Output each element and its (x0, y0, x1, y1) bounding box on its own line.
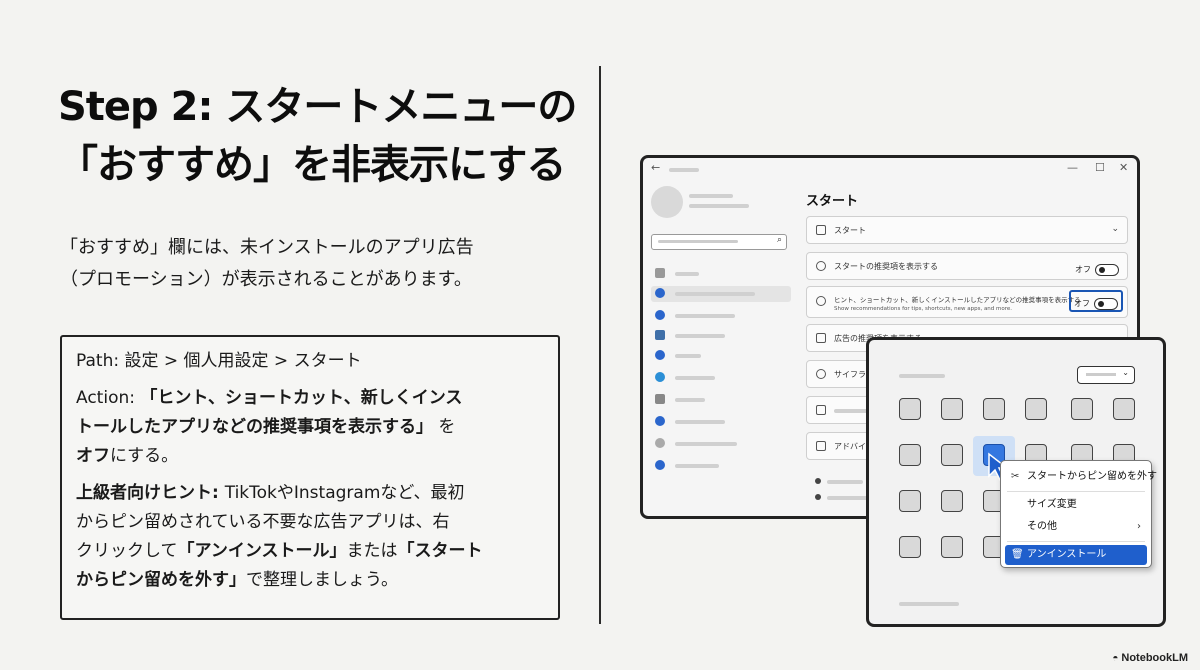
footer-placeholder (899, 602, 959, 606)
vertical-divider (599, 66, 601, 624)
gaming-icon (655, 394, 665, 404)
intro-line-1: 「おすすめ」欄には、未インストールのアプリ広告 (60, 237, 474, 258)
accessibility-icon (655, 416, 665, 426)
sidebar-item-personalization[interactable] (651, 286, 791, 302)
context-menu: ✂ スタートからピン留めを外す サイズ変更 その他 › 🗑 アンインストール (1000, 460, 1157, 568)
app-tile[interactable] (941, 536, 963, 558)
sidebar-item-accounts[interactable] (651, 348, 791, 364)
action-text: Action: 「ヒント、ショートカット、新しくインス トールしたアプリなどの推… (76, 388, 463, 466)
app-tile[interactable] (899, 444, 921, 466)
menu-item-uninstall[interactable]: 🗑 アンインストール (1005, 545, 1147, 565)
title-line-1: Step 2: スタートメニューの (58, 84, 577, 130)
shield-icon (655, 438, 665, 448)
sidebar-item-network[interactable] (651, 308, 791, 324)
app-tile[interactable] (899, 490, 921, 512)
close-icon[interactable]: ✕ (1119, 161, 1128, 174)
brand-watermark: ◓ NotebookLM (1112, 652, 1188, 664)
recommended-toggle[interactable]: オフ (1075, 259, 1119, 276)
personalization-icon (655, 288, 665, 298)
menu-divider (1007, 541, 1145, 542)
advanced-tip: 上級者向けヒント: TikTokやInstagramなど、最初 からピン留めされ… (76, 483, 483, 590)
avatar (651, 186, 683, 218)
slide: Step 2: スタートメニューの 「おすすめ」を非表示にする 「おすすめ」欄に… (0, 0, 1200, 670)
app-tile[interactable] (1071, 398, 1093, 420)
apps-icon (655, 330, 665, 340)
path-text: Path: 設定 > 個人用設定 > スタート (76, 351, 362, 371)
sidebar-item-home[interactable] (651, 266, 791, 282)
sidebar-item-time[interactable] (651, 370, 791, 386)
advisor-icon (816, 441, 826, 451)
chevron-down-icon: ⌄ (1122, 368, 1129, 377)
pane-title: スタート (806, 194, 859, 209)
notebooklm-logo-icon: ◓ (1112, 653, 1119, 664)
user-email-placeholder (689, 204, 749, 208)
account-icon (655, 350, 665, 360)
search-icon: ⌕ (776, 235, 782, 245)
sidebar-item-accessibility[interactable] (651, 414, 791, 430)
list-icon (816, 333, 826, 343)
user-name-placeholder (689, 194, 733, 198)
lightbulb-icon (816, 296, 826, 306)
menu-item-more[interactable]: その他 › (1005, 517, 1147, 537)
app-tile[interactable] (899, 398, 921, 420)
app-tile[interactable] (983, 398, 1005, 420)
settings-row-start[interactable]: スタート ⌄ (806, 216, 1128, 244)
unpin-icon: ✂ (1011, 471, 1020, 482)
minimize-icon[interactable]: — (1067, 161, 1078, 174)
search-input[interactable]: ⌕ (651, 234, 787, 250)
toggle-switch[interactable] (1095, 263, 1119, 276)
title-line-2: 「おすすめ」を非表示にする (58, 142, 566, 188)
window-title-placeholder (669, 168, 699, 172)
app-tile[interactable] (899, 536, 921, 558)
menu-item-resize[interactable]: サイズ変更 (1005, 495, 1147, 515)
trash-icon: 🗑 (1011, 549, 1024, 560)
intro-text: 「おすすめ」欄には、未インストールのアプリ広告 （プロモーション）が表示されるこ… (60, 232, 580, 296)
home-icon (655, 268, 665, 278)
feedback-icon (815, 494, 821, 500)
related-icon (815, 478, 821, 484)
menu-item-unpin[interactable]: ✂ スタートからピン留めを外す (1005, 467, 1157, 487)
sidebar-item-update[interactable] (651, 458, 791, 474)
sidebar-item-apps[interactable] (651, 328, 791, 344)
settings-row-tips-recommendations[interactable]: ヒント、ショートカット、新しくインストールしたアプリなどの推奨事項を表示する S… (806, 286, 1128, 318)
maximize-icon[interactable]: ☐ (1095, 161, 1105, 174)
intro-line-2: （プロモーション）が表示されることがあります。 (60, 269, 472, 290)
app-tile[interactable] (1025, 398, 1047, 420)
chevron-down-icon: ⌄ (1111, 224, 1119, 234)
settings-row-show-recommended[interactable]: スタートの推奨項を表示する オフ (806, 252, 1128, 280)
app-tile[interactable] (941, 490, 963, 512)
tips-toggle-highlighted[interactable]: オフ (1069, 290, 1123, 312)
back-arrow-icon[interactable]: ← (651, 161, 660, 174)
window-titlebar: ← — ☐ ✕ (643, 158, 1137, 180)
pinned-header-placeholder (899, 374, 945, 378)
device-icon (816, 405, 826, 415)
app-tile[interactable] (941, 398, 963, 420)
app-tile[interactable] (941, 444, 963, 466)
view-dropdown[interactable]: ⌄ (1077, 366, 1135, 384)
sidebar-item-gaming[interactable] (651, 392, 791, 408)
sidebar-item-privacy[interactable] (651, 436, 791, 452)
globe-icon (655, 372, 665, 382)
chevron-right-icon: › (1137, 521, 1141, 532)
page-title: Step 2: スタートメニューの 「おすすめ」を非表示にする (58, 78, 588, 194)
instruction-box: Path: 設定 > 個人用設定 > スタート Action: 「ヒント、ショー… (60, 335, 560, 620)
app-tile[interactable] (1113, 398, 1135, 420)
wifi-icon (655, 310, 665, 320)
recommended-icon (816, 261, 826, 271)
start-icon (816, 225, 826, 235)
toggle-switch[interactable] (1094, 297, 1118, 310)
update-icon (655, 460, 665, 470)
menu-divider (1007, 491, 1145, 492)
folder-icon (816, 369, 826, 379)
